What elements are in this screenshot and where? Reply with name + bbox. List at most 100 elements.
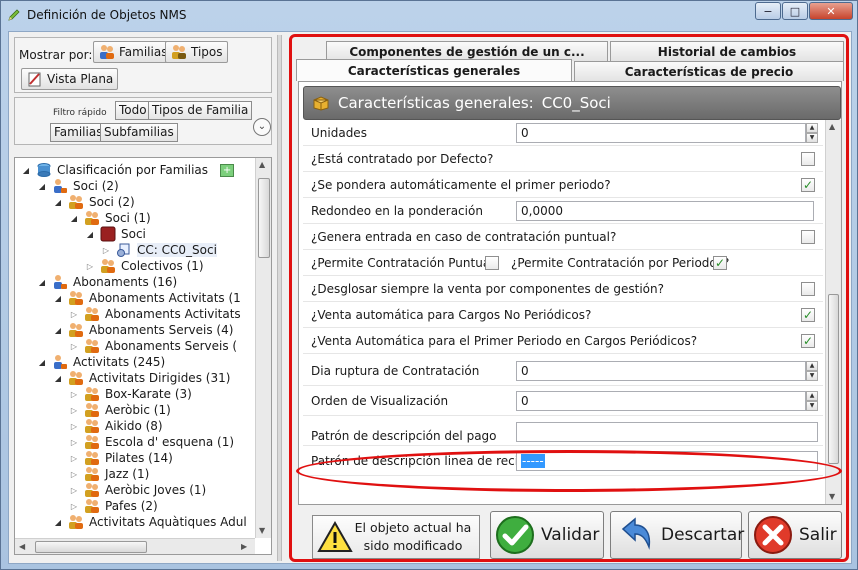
unidades-input[interactable]: 0 [516,123,806,143]
tree-node[interactable]: ◢ Abonaments Activitats (1 [53,290,241,306]
salir-button[interactable]: Salir [748,511,842,559]
scroll-up-icon[interactable]: ▲ [829,122,835,131]
spin-down-icon[interactable]: ▼ [806,371,818,381]
tree-node[interactable]: ◢ Clasificación por Familias + [21,162,235,178]
pane-splitter[interactable] [277,35,282,561]
permite-periodos-checkbox[interactable]: ✓ [713,256,727,270]
tree-node[interactable]: ▷ Jazz (1) [69,466,149,482]
patron-pago-input[interactable] [516,422,818,442]
expanded-arrow-icon[interactable]: ◢ [53,198,63,207]
collapsed-arrow-icon[interactable]: ▷ [69,406,79,415]
redondeo-input[interactable]: 0,0000 [516,201,814,221]
properties-vertical-scrollbar[interactable]: ▲ ▼ [825,120,841,504]
collapsed-arrow-icon[interactable]: ▷ [69,390,79,399]
tree-node[interactable]: ▷ Aikido (8) [69,418,163,434]
tree-node[interactable]: ▷ Colectivos (1) [85,258,204,274]
chevron-down-icon[interactable]: ⌄ [253,118,271,136]
expanded-arrow-icon[interactable]: ◢ [53,374,63,383]
spin-up-icon[interactable]: ▲ [806,391,818,401]
scroll-right-icon[interactable]: ▶ [241,542,247,551]
collapsed-arrow-icon[interactable]: ▷ [101,246,111,255]
tree-node[interactable]: ◢ Soci (1) [69,210,151,226]
scroll-up-icon[interactable]: ▲ [259,160,265,169]
expanded-arrow-icon[interactable]: ◢ [85,230,95,239]
collapsed-arrow-icon[interactable]: ▷ [85,262,95,271]
filter-familias-button[interactable]: Familias [50,123,107,142]
tree-node[interactable]: ▷ Pafes (2) [69,498,158,514]
scrollbar-thumb[interactable] [258,178,270,258]
expanded-arrow-icon[interactable]: ◢ [53,518,63,527]
expanded-arrow-icon[interactable]: ◢ [53,326,63,335]
tree-node[interactable]: ▷ Abonaments Serveis ( [69,338,237,354]
scroll-down-icon[interactable]: ▼ [259,526,265,535]
expanded-arrow-icon[interactable]: ◢ [69,214,79,223]
expanded-arrow-icon[interactable]: ◢ [37,278,47,287]
family-tree[interactable]: ◢ Clasificación por Familias + ◢ Soci (2… [14,157,272,555]
tree-node[interactable]: ◢ Activitats (245) [37,354,165,370]
tree-node[interactable]: ◢ Abonaments (16) [37,274,177,290]
tab-caracteristicas-precio[interactable]: Características de precio [574,61,844,81]
patron-recibo-input[interactable]: ----- [516,451,818,471]
unidades-spinner[interactable]: ▲ ▼ [806,123,818,143]
tab-historial-cambios[interactable]: Historial de cambios [610,41,844,61]
tree-node[interactable]: ◢ Activitats Aquàtiques Adul [53,514,247,530]
close-window-button[interactable]: ✕ [809,2,853,20]
collapsed-arrow-icon[interactable]: ▷ [69,470,79,479]
expanded-arrow-icon[interactable]: ◢ [53,294,63,303]
spin-down-icon[interactable]: ▼ [806,133,818,143]
venta-no-periodicos-checkbox[interactable]: ✓ [801,308,815,322]
tab-componentes-gestion[interactable]: Componentes de gestión de un c... [326,41,608,61]
pondera-primer-periodo-checkbox[interactable]: ✓ [801,178,815,192]
tree-node[interactable]: ◢ Soci (2) [53,194,135,210]
expanded-arrow-icon[interactable]: ◢ [21,166,31,175]
dia-ruptura-input[interactable]: 0 [516,361,806,381]
view-tipos-button[interactable]: Tipos [165,41,228,63]
collapsed-arrow-icon[interactable]: ▷ [69,342,79,351]
permite-puntual-checkbox[interactable] [485,256,499,270]
filter-todo-button[interactable]: Todo [115,101,151,120]
tree-node[interactable]: ▷ Escola d' esquena (1) [69,434,234,450]
tree-node[interactable]: ▷ Abonaments Activitats [69,306,241,322]
scrollbar-thumb[interactable] [35,541,147,553]
scroll-left-icon[interactable]: ◀ [19,542,25,551]
tree-node[interactable]: ◢ Soci [85,226,146,242]
view-familias-button[interactable]: Familias [93,41,173,63]
expanded-arrow-icon[interactable]: ◢ [37,182,47,191]
tree-vertical-scrollbar[interactable]: ▲ ▼ [255,158,271,538]
filter-subfamilias-button[interactable]: Subfamilias [100,123,178,142]
tree-node[interactable]: ◢ Soci (2) [37,178,119,194]
collapsed-arrow-icon[interactable]: ▷ [69,422,79,431]
tree-node[interactable]: ▷ Pilates (14) [69,450,173,466]
title-bar[interactable]: Definición de Objetos NMS − □ ✕ [1,1,857,29]
filter-tipos-familia-button[interactable]: Tipos de Familia [148,101,253,120]
minimize-button[interactable]: − [755,2,781,20]
collapsed-arrow-icon[interactable]: ▷ [69,310,79,319]
tree-node[interactable]: ◢ Abonaments Serveis (4) [53,322,233,338]
desglosar-checkbox[interactable] [801,282,815,296]
collapsed-arrow-icon[interactable]: ▷ [69,438,79,447]
collapsed-arrow-icon[interactable]: ▷ [69,486,79,495]
scroll-down-icon[interactable]: ▼ [829,492,835,501]
tree-node[interactable]: ◢ Activitats Dirigides (31) [53,370,230,386]
spin-up-icon[interactable]: ▲ [806,361,818,371]
tab-caracteristicas-generales[interactable]: Características generales [296,59,572,81]
spin-down-icon[interactable]: ▼ [806,401,818,411]
collapsed-arrow-icon[interactable]: ▷ [69,454,79,463]
tree-node[interactable]: ▷ Aeròbic Joves (1) [69,482,206,498]
tree-node-selected[interactable]: ▷ CC: CC0_Soci [101,242,217,258]
validar-button[interactable]: Validar [490,511,604,559]
orden-visualizacion-spinner[interactable]: ▲ ▼ [806,391,818,411]
tree-node[interactable]: ▷ Aeròbic (1) [69,402,171,418]
collapsed-arrow-icon[interactable]: ▷ [69,502,79,511]
tree-horizontal-scrollbar[interactable]: ◀ ▶ [15,538,255,554]
tree-node[interactable]: ▷ Box-Karate (3) [69,386,192,402]
spin-up-icon[interactable]: ▲ [806,123,818,133]
add-icon[interactable]: + [220,163,235,177]
expanded-arrow-icon[interactable]: ◢ [37,358,47,367]
orden-visualizacion-input[interactable]: 0 [516,391,806,411]
contratado-defecto-checkbox[interactable] [801,152,815,166]
dia-ruptura-spinner[interactable]: ▲ ▼ [806,361,818,381]
genera-entrada-checkbox[interactable] [801,230,815,244]
maximize-button[interactable]: □ [782,2,808,20]
scrollbar-thumb[interactable] [828,294,839,464]
